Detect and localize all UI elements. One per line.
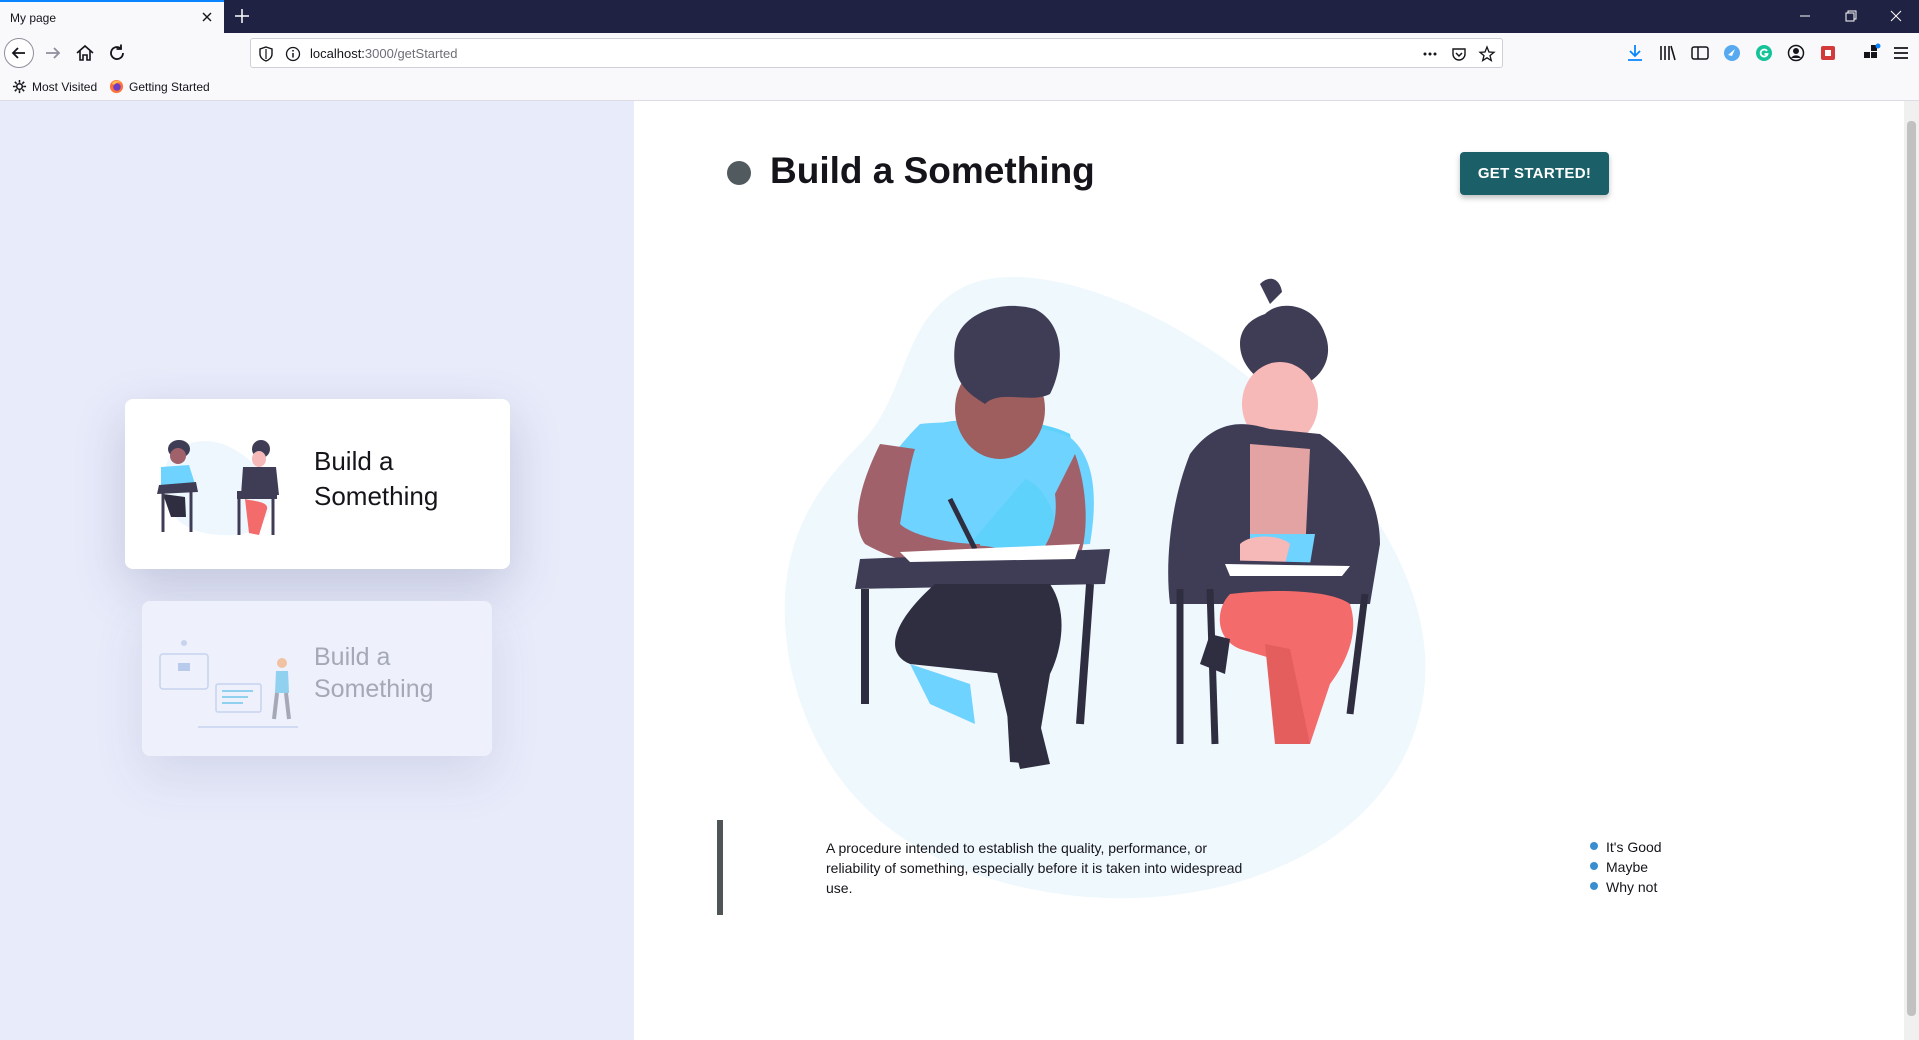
students-illustration-thumb [157,440,279,536]
pocket-icon[interactable] [1450,45,1468,63]
tab-strip: My page [0,0,1919,33]
bookmark-label: Getting Started [129,79,210,94]
url-host: localhost: [310,46,365,61]
bookmark-label: Most Visited [32,79,98,94]
bookmarks-toolbar: Most Visited Getting Started [0,73,1919,101]
browser-tab[interactable]: My page [0,0,224,33]
bookmark-star-icon[interactable] [1478,45,1496,63]
extensions-icon[interactable] [1859,41,1883,65]
presentation-illustration-thumb [159,640,298,728]
close-window-icon[interactable] [1886,6,1906,26]
quote-bar [717,820,723,915]
students-writing-illustration [784,276,1426,899]
grammarly-icon[interactable] [1752,41,1776,65]
sidebar-toggle-icon[interactable] [1688,41,1712,65]
bookmark-getting-started[interactable]: Getting Started [109,79,210,94]
hamburger-menu-icon[interactable] [1889,41,1913,65]
downloads-icon[interactable] [1623,41,1647,65]
restore-icon[interactable] [1841,6,1861,26]
sidebar-card-inactive[interactable]: Build a Something [142,601,492,756]
scrollbar-thumb[interactable] [1907,121,1916,1016]
forward-icon[interactable] [41,41,65,65]
url-path: 3000/getStarted [364,46,458,61]
description-text: A procedure intended to establish the qu… [826,840,1243,896]
page-actions-icon[interactable] [1421,45,1439,63]
info-icon[interactable] [284,45,302,63]
page-content: Build a Something Build a Something Buil… [0,101,1919,1040]
sidebar-card-active[interactable]: Build a Something [125,399,510,569]
get-started-button[interactable]: GET STARTED! [1460,152,1609,195]
list-item: Maybe [1590,857,1662,877]
shield-icon[interactable] [257,45,275,63]
bookmark-most-visited[interactable]: Most Visited [12,79,97,94]
reload-icon[interactable] [105,41,129,65]
page-title: Build a Something [770,150,1095,191]
feature-list: It's Good Maybe Why not [1590,837,1662,897]
url-text[interactable]: localhost:3000/getStarted [310,46,457,61]
back-button[interactable] [4,38,34,68]
sidebar: Build a Something Build a Something [0,101,634,1040]
minimize-icon[interactable] [1795,6,1815,26]
list-item: Why not [1590,877,1662,897]
title-dot-icon [727,161,751,185]
library-icon[interactable] [1656,41,1680,65]
home-icon[interactable] [73,41,97,65]
vertical-scrollbar[interactable] [1904,101,1919,1040]
firefox-icon [109,79,124,94]
card-title: Build a Something [314,643,434,703]
new-tab-icon[interactable] [232,6,252,26]
extension-red-icon[interactable] [1816,41,1840,65]
address-bar[interactable]: localhost:3000/getStarted [250,38,1503,68]
list-item: It's Good [1590,837,1662,857]
extension-bird-icon[interactable] [1720,41,1744,65]
account-icon[interactable] [1784,41,1808,65]
card-title: Build a Something [314,446,439,511]
close-tab-icon[interactable] [199,9,215,25]
gear-icon [12,79,27,94]
tab-title: My page [10,11,57,25]
navigation-toolbar: localhost:3000/getStarted [0,33,1919,73]
back-arrow-icon [11,47,25,59]
